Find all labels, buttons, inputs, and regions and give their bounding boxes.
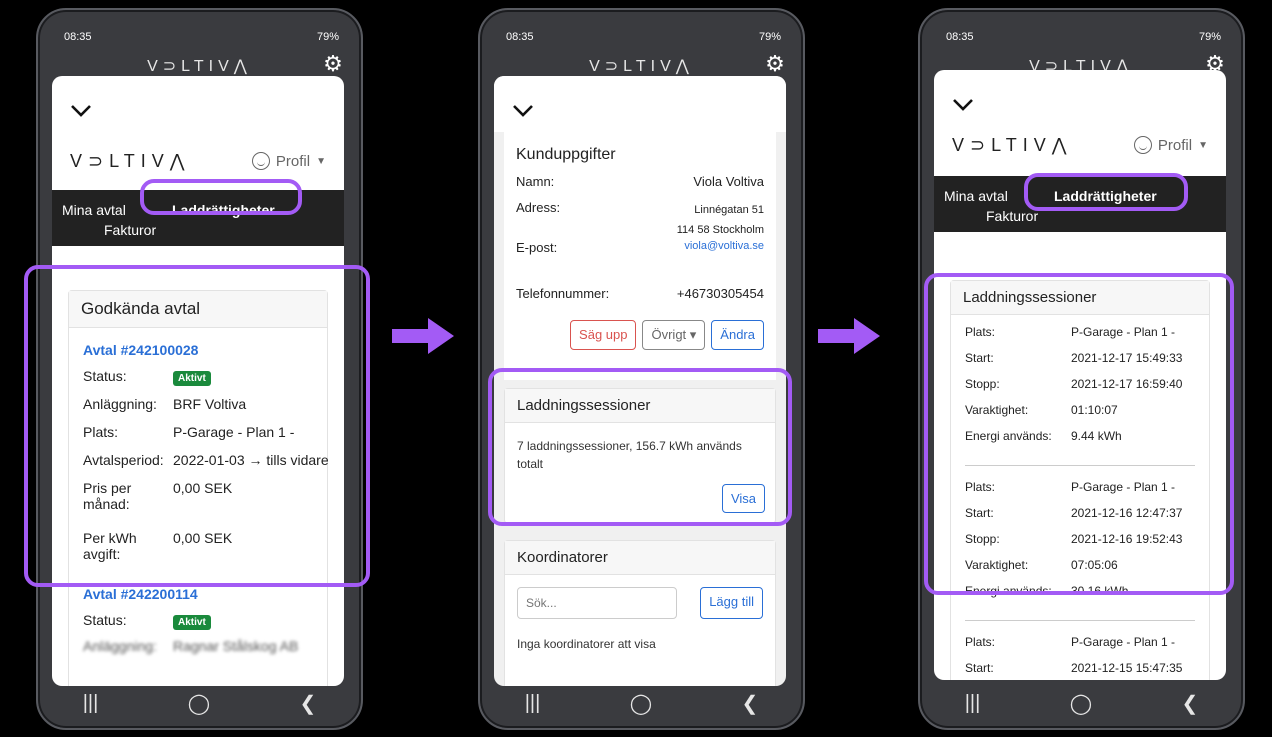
highlight-tab <box>1024 173 1188 211</box>
back-icon[interactable]: ❮ <box>1182 691 1199 716</box>
other-dropdown-button[interactable]: Övrigt ▾ <box>642 320 706 350</box>
status-battery: 79% <box>316 31 339 43</box>
recent-apps-icon[interactable]: ||| <box>525 692 541 715</box>
chevron-down-icon[interactable] <box>70 100 92 122</box>
phone-label: Telefonnummer: <box>516 286 610 301</box>
status-label: Status: <box>83 612 127 628</box>
highlight-sessions <box>488 368 792 526</box>
coordinators-title: Koordinatorer <box>505 541 775 575</box>
back-icon[interactable]: ❮ <box>300 691 317 716</box>
profile-menu[interactable]: Profil ▼ <box>1133 136 1208 154</box>
logo: V⊃LTIV⋀ <box>952 134 1073 155</box>
background-logo: V⊃LTIV⋀ <box>589 58 694 75</box>
name-label: Namn: <box>516 174 555 189</box>
status-badge: Aktivt <box>173 615 211 630</box>
status-bar: 08:35 79% <box>506 28 781 46</box>
highlight-agreements <box>24 265 370 587</box>
gear-icon[interactable]: ⚙ <box>321 52 345 76</box>
gear-icon[interactable]: ⚙ <box>763 52 787 76</box>
logo: V⊃LTIV⋀ <box>70 150 191 171</box>
place-label: Plats: <box>965 635 996 649</box>
address-line-1: Linnégatan 51 <box>694 204 764 216</box>
header-row: V⊃LTIV⋀ Profil ▼ <box>934 130 1226 160</box>
facility-value: Ragnar Stålskog AB <box>173 638 299 654</box>
chevron-down-icon[interactable] <box>512 100 534 122</box>
facility-label: Anläggning: <box>83 638 157 654</box>
edit-button[interactable]: Ändra <box>711 320 764 350</box>
tab-invoices[interactable]: Fakturor <box>986 208 1038 224</box>
profile-menu[interactable]: Profil ▼ <box>251 152 326 170</box>
highlight-tab <box>140 179 302 215</box>
customer-title: Kunduppgifter <box>516 146 616 163</box>
android-nav-bar: ||| ◯ ❮ <box>38 678 361 728</box>
search-input[interactable] <box>517 587 677 619</box>
tab-agreements[interactable]: Mina avtal <box>62 202 126 218</box>
caret-down-icon: ▼ <box>316 155 326 167</box>
android-nav-bar: ||| ◯ ❮ <box>920 678 1243 728</box>
status-time: 08:35 <box>946 31 974 43</box>
recent-apps-icon[interactable]: ||| <box>83 692 99 715</box>
place-value: P-Garage - Plan 1 - <box>1071 635 1176 649</box>
background-logo: V⊃LTIV⋀ <box>147 58 252 75</box>
status-bar: 08:35 79% <box>64 28 339 46</box>
tutorial-canvas: 08:35 79% V⊃LTIV⋀ ⚙ V⊃LTIV⋀ Profil ▼ Mina… <box>0 0 1272 737</box>
chevron-down-icon[interactable] <box>952 94 974 116</box>
status-battery: 79% <box>758 31 781 43</box>
caret-down-icon: ▼ <box>1198 139 1208 151</box>
status-time: 08:35 <box>506 31 534 43</box>
profile-label: Profil <box>1157 136 1193 154</box>
recent-apps-icon[interactable]: ||| <box>965 692 981 715</box>
customer-card: Kunduppgifter Namn: Viola Voltiva Adress:… <box>504 132 776 380</box>
status-battery: 79% <box>1198 31 1221 43</box>
android-nav-bar: ||| ◯ ❮ <box>480 678 803 728</box>
status-bar: 08:35 79% <box>946 28 1221 46</box>
profile-label: Profil <box>275 152 311 170</box>
name-value: Viola Voltiva <box>693 174 764 189</box>
back-icon[interactable]: ❮ <box>742 691 759 716</box>
phone-value: +46730305454 <box>676 286 764 301</box>
address-label: Adress: <box>516 200 561 215</box>
tab-invoices[interactable]: Fakturor <box>104 222 156 238</box>
session-item: Plats: P-Garage - Plan 1 - Start: 2021-12-… <box>965 635 1195 680</box>
divider <box>965 620 1195 621</box>
empty-coordinators-text: Inga koordinatorer att visa <box>517 637 656 651</box>
highlight-sessions-list <box>924 273 1234 595</box>
cancel-subscription-button[interactable]: Säg upp <box>570 320 637 350</box>
arrow-right-icon <box>818 318 880 354</box>
home-icon[interactable]: ◯ <box>188 691 210 716</box>
address-line-2: 114 58 Stockholm <box>676 224 764 236</box>
email-link[interactable]: viola@voltiva.se <box>684 240 764 252</box>
tab-agreements[interactable]: Mina avtal <box>944 188 1008 204</box>
user-face-icon <box>251 152 270 170</box>
home-icon[interactable]: ◯ <box>630 691 652 716</box>
home-icon[interactable]: ◯ <box>1070 691 1092 716</box>
add-coordinator-button[interactable]: Lägg till <box>700 587 763 619</box>
header-row: V⊃LTIV⋀ Profil ▼ <box>52 146 344 176</box>
email-label: E-post: <box>516 240 558 255</box>
status-time: 08:35 <box>64 31 92 43</box>
coordinators-card: Koordinatorer Lägg till Inga koordinator… <box>504 540 776 686</box>
other-button-label: Övrigt <box>651 327 687 342</box>
arrow-right-icon <box>392 318 454 354</box>
contract-link[interactable]: Avtal #242200114 <box>83 586 313 602</box>
user-face-icon <box>1133 136 1152 154</box>
